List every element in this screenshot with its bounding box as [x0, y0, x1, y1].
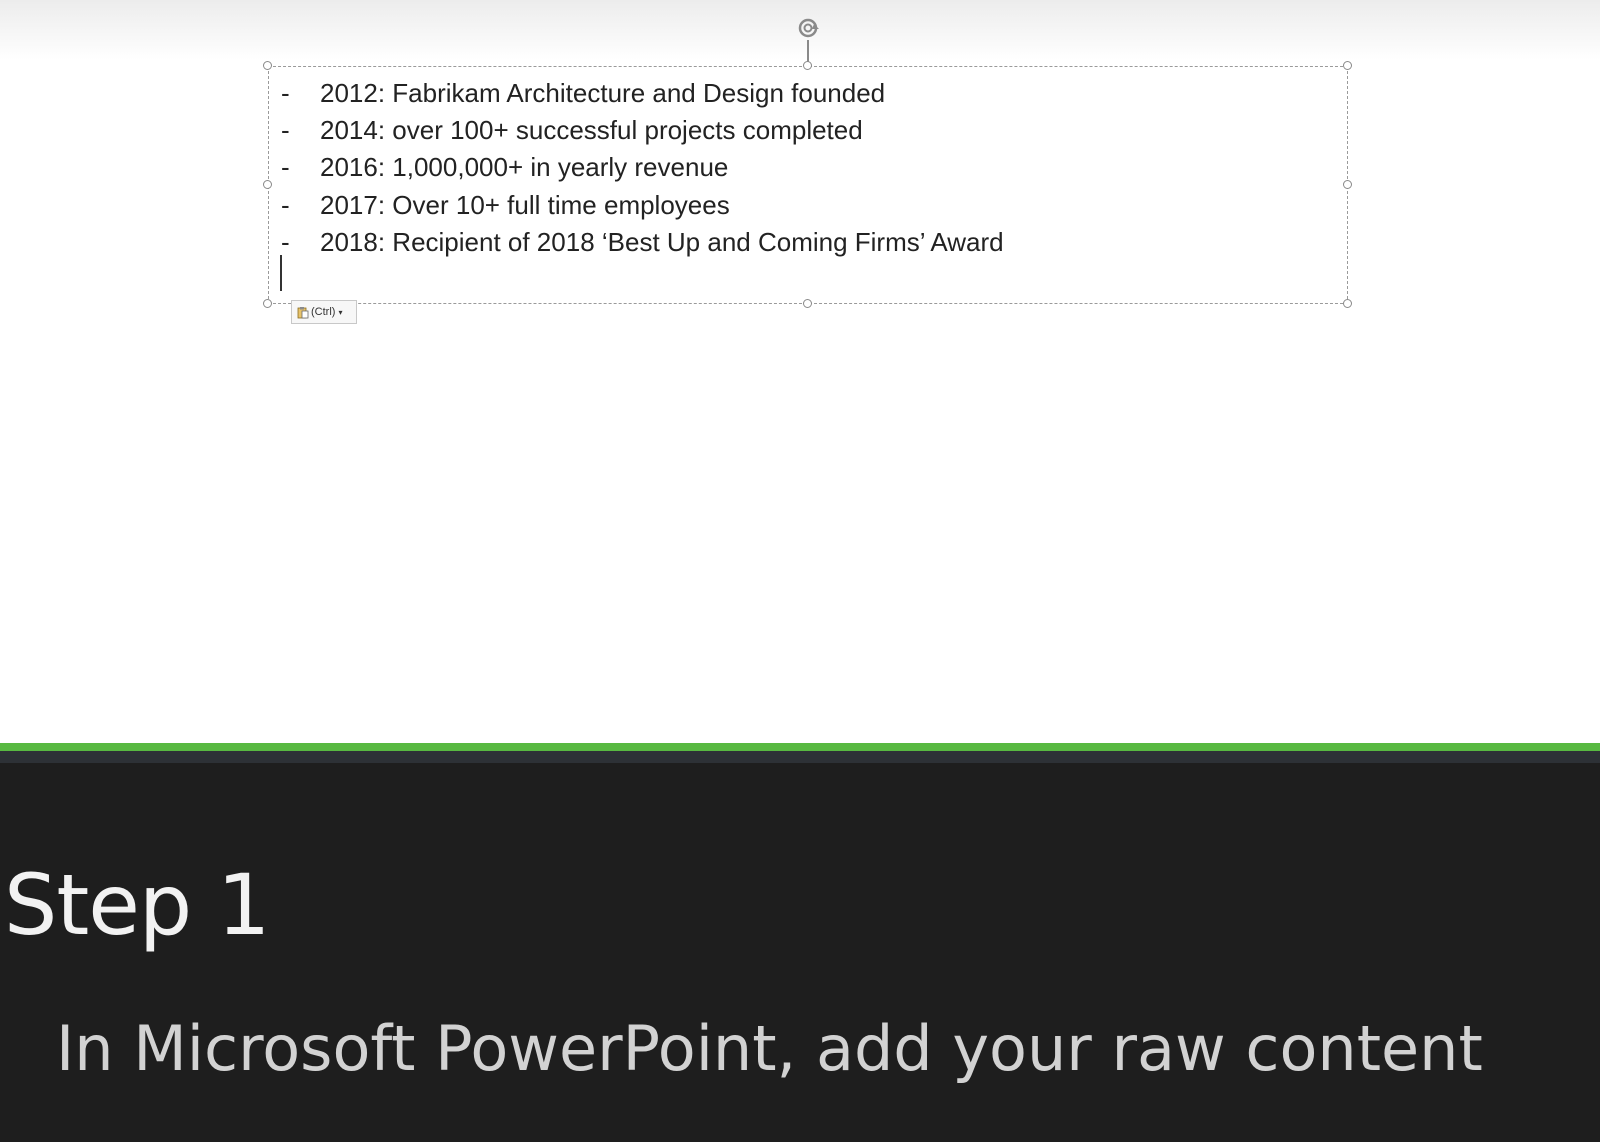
chevron-down-icon: ▾ — [338, 307, 343, 317]
resize-handle-middle-left[interactable] — [263, 180, 272, 189]
resize-handle-bottom-right[interactable] — [1343, 299, 1352, 308]
step-title: Step 1 — [4, 856, 270, 954]
rotate-icon[interactable] — [796, 16, 820, 40]
paste-options-button[interactable]: (Ctrl) ▾ — [291, 300, 357, 324]
bullet-marker: - — [281, 226, 290, 257]
timeline-bullet-list: - 2012: Fabrikam Architecture and Design… — [281, 75, 1004, 261]
bullet-marker: - — [281, 152, 290, 183]
resize-handle-top-left[interactable] — [263, 61, 272, 70]
bullet-text[interactable]: 2016: 1,000,000+ in yearly revenue — [320, 152, 728, 183]
list-item[interactable]: - 2014: over 100+ successful projects co… — [281, 112, 1004, 149]
resize-handle-middle-right[interactable] — [1343, 180, 1352, 189]
resize-handle-bottom-center[interactable] — [803, 299, 812, 308]
list-item[interactable]: - 2017: Over 10+ full time employees — [281, 187, 1004, 224]
resize-handle-top-center[interactable] — [803, 61, 812, 70]
text-cursor — [280, 255, 282, 291]
accent-stripe — [0, 743, 1600, 751]
bullet-marker: - — [281, 78, 290, 109]
list-item[interactable]: - 2018: Recipient of 2018 ‘Best Up and C… — [281, 224, 1004, 261]
selected-text-box[interactable]: - 2012: Fabrikam Architecture and Design… — [268, 66, 1348, 304]
slide-canvas: - 2012: Fabrikam Architecture and Design… — [0, 0, 1600, 743]
bullet-text[interactable]: 2018: Recipient of 2018 ‘Best Up and Com… — [320, 227, 1004, 258]
bullet-text[interactable]: 2014: over 100+ successful projects comp… — [320, 115, 863, 146]
bullet-text[interactable]: 2012: Fabrikam Architecture and Design f… — [320, 78, 885, 109]
resize-handle-top-right[interactable] — [1343, 61, 1352, 70]
bullet-marker: - — [281, 189, 290, 220]
paste-options-label: (Ctrl) — [311, 306, 336, 318]
bullet-marker: - — [281, 115, 290, 146]
tutorial-caption-bar: Step 1 In Microsoft PowerPoint, add your… — [0, 763, 1600, 1142]
step-description: In Microsoft PowerPoint, add your raw co… — [56, 1012, 1483, 1085]
resize-handle-bottom-left[interactable] — [263, 299, 272, 308]
divider-stripe — [0, 751, 1600, 763]
bullet-text[interactable]: 2017: Over 10+ full time employees — [320, 190, 730, 221]
list-item[interactable]: - 2016: 1,000,000+ in yearly revenue — [281, 149, 1004, 186]
list-item[interactable]: - 2012: Fabrikam Architecture and Design… — [281, 75, 1004, 112]
paste-clipboard-icon — [297, 306, 309, 318]
